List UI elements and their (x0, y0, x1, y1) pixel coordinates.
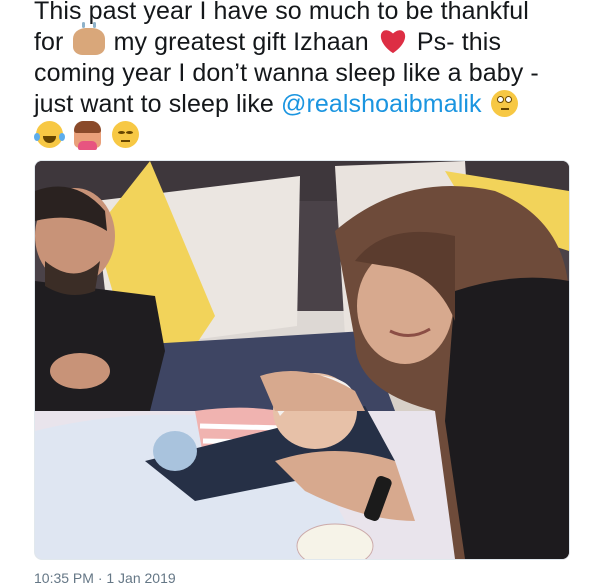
tears-of-joy-icon (34, 121, 65, 148)
tweet-timestamp[interactable]: 10:35 PM · 1 Jan 2019 (34, 569, 176, 587)
tweet-line-1: This past year I have so much to be than… (34, 0, 594, 27)
family-photo-illustration (35, 161, 569, 559)
face-with-rolling-eyes-icon (490, 90, 518, 117)
tweet-line-5 (34, 120, 594, 151)
tweet-text: This past year I have so much to be than… (34, 0, 594, 151)
tweet-line-3: coming year I don’t wanna sleep like a b… (34, 58, 594, 89)
tweet-text-segment: Ps- this (416, 28, 502, 56)
red-heart-icon (380, 30, 405, 54)
tweet-text-segment: my greatest gift Izhaan (113, 28, 369, 56)
tweet-text-segment: for (34, 28, 64, 56)
tweet-text-segment: This past year I have so much to be than… (34, 0, 529, 25)
person-tipping-hand-icon (74, 121, 102, 150)
unamused-face-icon (112, 121, 140, 148)
tweet-photo[interactable] (34, 160, 570, 560)
raising-hands-icon (72, 22, 105, 55)
tweet-text-segment: coming year I don’t wanna sleep like a b… (34, 59, 539, 87)
tweet-line-4: just want to sleep like @realshoaibmalik (34, 89, 594, 120)
tweet-line-2: for my greatest gift Izhaan Ps- this (34, 22, 594, 58)
mention-link[interactable]: @realshoaibmalik (281, 90, 482, 118)
tweet-text-segment: just want to sleep like (34, 90, 274, 118)
